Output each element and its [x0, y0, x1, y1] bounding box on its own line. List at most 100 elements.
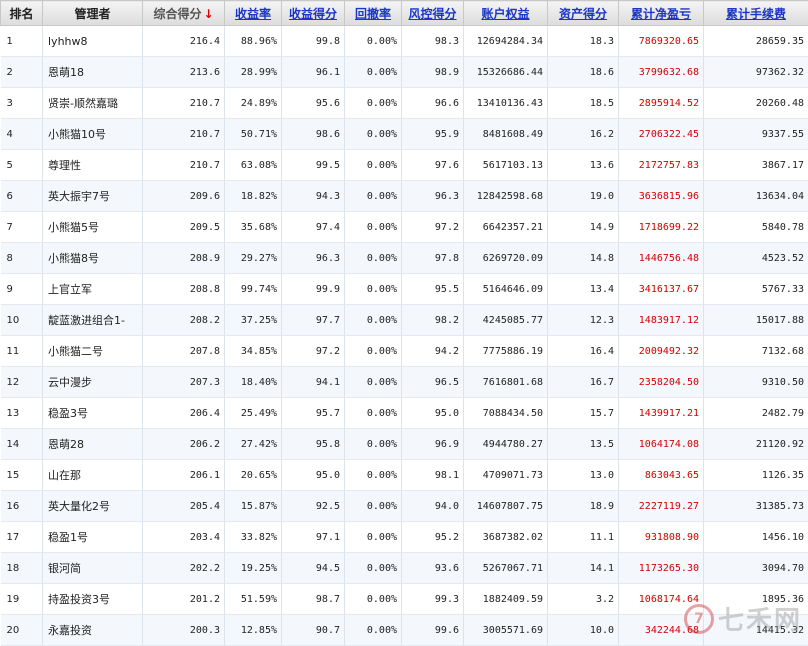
table-row: 2恩萌18213.628.99%96.10.00%98.915326686.44… [1, 57, 808, 88]
table-row: 4小熊猫10号210.750.71%98.60.00%95.98481608.4… [1, 119, 808, 150]
cell-rank: 4 [1, 119, 43, 150]
cell-equity: 12694284.34 [464, 26, 548, 57]
watermark-text: 七禾网 [718, 600, 802, 637]
ranking-table: 排名 管理者 综合得分↓ 收益率 收益得分 回撤率 风控得分 账户权益 资产得分… [0, 0, 808, 646]
cell-composite-score: 207.3 [143, 367, 225, 398]
cell-return-score: 95.8 [282, 429, 345, 460]
cell-asset-score: 13.4 [548, 274, 619, 305]
cell-rank: 13 [1, 398, 43, 429]
cell-net-pl: 3799632.68 [619, 57, 704, 88]
cell-manager: 持盈投资3号 [43, 584, 143, 615]
cell-composite-score: 208.2 [143, 305, 225, 336]
cell-drawdown: 0.00% [345, 181, 402, 212]
cell-net-pl: 2009492.32 [619, 336, 704, 367]
cell-composite-score: 216.4 [143, 26, 225, 57]
table-row: 13稳盈3号206.425.49%95.70.00%95.07088434.50… [1, 398, 808, 429]
cell-risk-score: 98.3 [402, 26, 464, 57]
cell-manager: 稳盈1号 [43, 522, 143, 553]
cell-fees: 3094.70 [704, 553, 808, 584]
cell-equity: 3687382.02 [464, 522, 548, 553]
col-risk-score[interactable]: 风控得分 [402, 1, 464, 26]
cell-composite-score: 208.8 [143, 274, 225, 305]
col-asset-score[interactable]: 资产得分 [548, 1, 619, 26]
cell-drawdown: 0.00% [345, 584, 402, 615]
cell-manager: 英大量化2号 [43, 491, 143, 522]
cell-fees: 5767.33 [704, 274, 808, 305]
cell-net-pl: 2227119.27 [619, 491, 704, 522]
cell-manager: 小熊猫8号 [43, 243, 143, 274]
cell-rank: 5 [1, 150, 43, 181]
cell-manager: 小熊猫10号 [43, 119, 143, 150]
col-net-pl[interactable]: 累计净盈亏 [619, 1, 704, 26]
cell-fees: 13634.04 [704, 181, 808, 212]
cell-return-rate: 28.99% [225, 57, 282, 88]
cell-return-rate: 99.74% [225, 274, 282, 305]
cell-fees: 2482.79 [704, 398, 808, 429]
col-fees[interactable]: 累计手续费 [704, 1, 808, 26]
cell-return-rate: 51.59% [225, 584, 282, 615]
cell-composite-score: 201.2 [143, 584, 225, 615]
cell-equity: 14607807.75 [464, 491, 548, 522]
cell-return-score: 92.5 [282, 491, 345, 522]
cell-equity: 5617103.13 [464, 150, 548, 181]
cell-drawdown: 0.00% [345, 429, 402, 460]
cell-manager: 云中漫步 [43, 367, 143, 398]
cell-equity: 8481608.49 [464, 119, 548, 150]
qihe-logo-icon: 7 [684, 604, 714, 634]
table-row: 3贤崇-顺然嘉璐210.724.89%95.60.00%96.613410136… [1, 88, 808, 119]
cell-return-rate: 18.40% [225, 367, 282, 398]
cell-rank: 1 [1, 26, 43, 57]
cell-equity: 4245085.77 [464, 305, 548, 336]
cell-manager: 恩萌28 [43, 429, 143, 460]
cell-risk-score: 95.0 [402, 398, 464, 429]
cell-asset-score: 13.0 [548, 460, 619, 491]
cell-risk-score: 94.0 [402, 491, 464, 522]
cell-risk-score: 95.5 [402, 274, 464, 305]
cell-asset-score: 14.9 [548, 212, 619, 243]
col-rank: 排名 [1, 1, 43, 26]
cell-equity: 6642357.21 [464, 212, 548, 243]
table-row: 16英大量化2号205.415.87%92.50.00%94.014607807… [1, 491, 808, 522]
cell-risk-score: 96.5 [402, 367, 464, 398]
col-return-score[interactable]: 收益得分 [282, 1, 345, 26]
cell-risk-score: 97.6 [402, 150, 464, 181]
col-equity[interactable]: 账户权益 [464, 1, 548, 26]
cell-manager: 小熊猫5号 [43, 212, 143, 243]
cell-net-pl: 1439917.21 [619, 398, 704, 429]
cell-equity: 7775886.19 [464, 336, 548, 367]
cell-composite-score: 205.4 [143, 491, 225, 522]
table-row: 15山在那206.120.65%95.00.00%98.14709071.731… [1, 460, 808, 491]
cell-net-pl: 3416137.67 [619, 274, 704, 305]
cell-net-pl: 1064174.08 [619, 429, 704, 460]
cell-rank: 15 [1, 460, 43, 491]
cell-drawdown: 0.00% [345, 522, 402, 553]
cell-equity: 13410136.43 [464, 88, 548, 119]
cell-return-rate: 27.42% [225, 429, 282, 460]
cell-return-rate: 88.96% [225, 26, 282, 57]
cell-asset-score: 16.2 [548, 119, 619, 150]
col-composite-score[interactable]: 综合得分↓ [143, 1, 225, 26]
cell-composite-score: 206.1 [143, 460, 225, 491]
cell-equity: 7616801.68 [464, 367, 548, 398]
col-drawdown[interactable]: 回撤率 [345, 1, 402, 26]
cell-return-rate: 33.82% [225, 522, 282, 553]
cell-manager: 尊理性 [43, 150, 143, 181]
cell-return-rate: 50.71% [225, 119, 282, 150]
cell-drawdown: 0.00% [345, 367, 402, 398]
cell-asset-score: 18.3 [548, 26, 619, 57]
cell-fees: 20260.48 [704, 88, 808, 119]
cell-return-score: 97.7 [282, 305, 345, 336]
cell-fees: 97362.32 [704, 57, 808, 88]
cell-equity: 4944780.27 [464, 429, 548, 460]
cell-rank: 16 [1, 491, 43, 522]
cell-asset-score: 18.5 [548, 88, 619, 119]
cell-asset-score: 18.6 [548, 57, 619, 88]
cell-net-pl: 863043.65 [619, 460, 704, 491]
table-row: 9上官立军208.899.74%99.90.00%95.55164646.091… [1, 274, 808, 305]
cell-equity: 15326686.44 [464, 57, 548, 88]
cell-rank: 17 [1, 522, 43, 553]
cell-net-pl: 3636815.96 [619, 181, 704, 212]
col-return-rate[interactable]: 收益率 [225, 1, 282, 26]
cell-rank: 7 [1, 212, 43, 243]
table-row: 17稳盈1号203.433.82%97.10.00%95.23687382.02… [1, 522, 808, 553]
